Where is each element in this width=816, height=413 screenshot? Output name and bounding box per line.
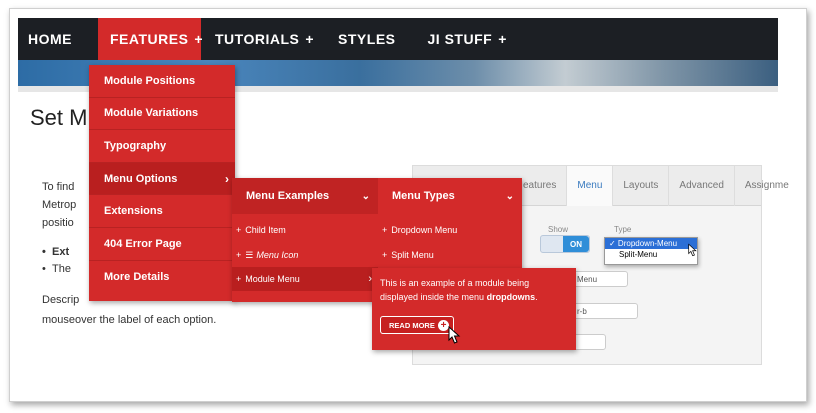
tab-assignments[interactable]: Assignme bbox=[735, 166, 799, 206]
menu-item-label: Menu Options bbox=[104, 172, 178, 185]
menu-item-label: Module Positions bbox=[104, 74, 196, 87]
style-select[interactable]: r-b bbox=[572, 303, 638, 319]
menu-examples-header[interactable]: Menu Examples ⌄ bbox=[232, 178, 378, 214]
submenu-item-menu-icon[interactable]: + ☰ Menu Icon bbox=[236, 243, 374, 267]
popup-text-line: displayed inside the menu dropdowns. bbox=[380, 290, 568, 304]
submenu-item-split-menu[interactable]: + Split Menu bbox=[382, 243, 518, 267]
popup-text: displayed inside the menu bbox=[380, 292, 487, 302]
popup-text-line: This is an example of a module being bbox=[380, 278, 530, 288]
type-select-list[interactable]: ✓ Dropdown-Menu Split-Menu bbox=[604, 237, 698, 265]
read-more-button[interactable]: READ MORE + bbox=[380, 316, 454, 334]
type-option-split[interactable]: Split-Menu bbox=[605, 249, 697, 260]
popup-bold-text: dropdowns bbox=[486, 292, 536, 302]
intro-text-line: To find bbox=[42, 181, 75, 193]
menu-select-value: Menu bbox=[577, 275, 598, 284]
menu-types-header[interactable]: Menu Types ⌄ bbox=[378, 178, 522, 214]
bullet-item: The bbox=[42, 263, 71, 275]
show-toggle[interactable]: ON bbox=[540, 235, 590, 253]
main-navbar: HOME FEATURES + TUTORIALS + STYLES JI ST… bbox=[18, 18, 778, 60]
nav-styles[interactable]: STYLES bbox=[328, 18, 405, 60]
nav-features-label: FEATURES bbox=[110, 31, 189, 47]
nav-styles-label: STYLES bbox=[338, 31, 396, 47]
plus-icon: + bbox=[236, 274, 242, 284]
menu-item-module-variations[interactable]: Module Variations bbox=[89, 98, 235, 131]
menu-item-typography[interactable]: Typography bbox=[89, 130, 235, 163]
nav-features[interactable]: FEATURES + bbox=[98, 18, 204, 60]
menu-examples-label: Menu Examples bbox=[246, 190, 330, 202]
plus-icon: + bbox=[236, 225, 242, 235]
tab-advanced[interactable]: Advanced bbox=[669, 165, 735, 206]
show-label: Show bbox=[548, 225, 569, 234]
page-title: Set M bbox=[30, 105, 88, 130]
nav-ji-stuff[interactable]: JI STUFF + bbox=[418, 18, 517, 60]
submenu-item-label: Dropdown Menu bbox=[391, 225, 458, 235]
menu-select[interactable]: Menu bbox=[572, 271, 628, 287]
submenu-item-label: Menu Icon bbox=[256, 250, 299, 260]
plus-icon: + bbox=[305, 31, 315, 47]
plus-icon: + bbox=[382, 250, 388, 260]
hamburger-icon: ☰ bbox=[245, 249, 254, 260]
submenu-item-module-menu[interactable]: + Module Menu › bbox=[232, 267, 378, 291]
menu-item-more-details[interactable]: More Details bbox=[89, 261, 235, 294]
toggle-on-label: ON bbox=[563, 236, 589, 252]
submenu-item-dropdown-menu[interactable]: + Dropdown Menu bbox=[382, 218, 518, 242]
level-select[interactable] bbox=[572, 334, 606, 350]
description-text-line: mouseover the label of each option. bbox=[42, 314, 217, 326]
chevron-down-icon: ⌄ bbox=[361, 190, 370, 202]
mouse-pointer-icon bbox=[448, 326, 461, 344]
menu-item-extensions[interactable]: Extensions bbox=[89, 195, 235, 228]
plus-icon: + bbox=[194, 31, 204, 47]
menu-item-label: Extensions bbox=[104, 205, 163, 218]
type-option-dropdown[interactable]: ✓ Dropdown-Menu bbox=[605, 238, 697, 249]
plus-icon: + bbox=[382, 225, 388, 235]
plus-icon: + bbox=[498, 31, 507, 47]
intro-text-line: positio bbox=[42, 217, 74, 229]
module-popup: This is an example of a module being dis… bbox=[372, 268, 576, 350]
bullet-item: Ext bbox=[42, 246, 69, 258]
intro-text-line: Metrop bbox=[42, 199, 77, 211]
submenu-item-child-item[interactable]: + Child Item bbox=[236, 218, 374, 242]
menu-item-label: Module Variations bbox=[104, 107, 199, 120]
read-more-label: READ MORE bbox=[389, 320, 435, 330]
description-text-line: Descrip bbox=[42, 294, 80, 306]
style-select-value: r-b bbox=[577, 307, 587, 316]
menu-item-404-error-page[interactable]: 404 Error Page bbox=[89, 228, 235, 261]
menu-item-module-positions[interactable]: Module Positions bbox=[89, 65, 235, 98]
plus-icon: + bbox=[236, 250, 242, 260]
menu-item-menu-options[interactable]: Menu Options › bbox=[89, 162, 235, 196]
menu-item-label: Typography bbox=[104, 139, 167, 152]
mouse-pointer-icon bbox=[688, 243, 697, 257]
tab-menu[interactable]: Menu bbox=[567, 165, 614, 206]
menu-item-label: 404 Error Page bbox=[104, 237, 182, 250]
popup-text-end: . bbox=[535, 292, 538, 302]
features-dropdown: Module Positions Module Variations Typog… bbox=[89, 65, 235, 301]
submenu-item-label: Module Menu bbox=[245, 274, 300, 284]
tab-layouts[interactable]: Layouts bbox=[613, 165, 670, 206]
nav-tutorials-label: TUTORIALS bbox=[215, 31, 300, 47]
menu-item-label: More Details bbox=[104, 270, 170, 283]
chevron-right-icon: › bbox=[225, 171, 229, 186]
nav-ji-stuff-label: JI STUFF bbox=[427, 31, 493, 47]
chevron-down-icon: ⌄ bbox=[505, 190, 514, 202]
type-label: Type bbox=[614, 225, 632, 234]
submenu-item-label: Split Menu bbox=[391, 250, 434, 260]
nav-home-label: HOME bbox=[28, 31, 72, 47]
nav-home[interactable]: HOME bbox=[18, 18, 82, 60]
nav-tutorials[interactable]: TUTORIALS + bbox=[205, 18, 324, 60]
menu-types-label: Menu Types bbox=[392, 190, 455, 202]
submenu-item-label: Child Item bbox=[245, 225, 286, 235]
